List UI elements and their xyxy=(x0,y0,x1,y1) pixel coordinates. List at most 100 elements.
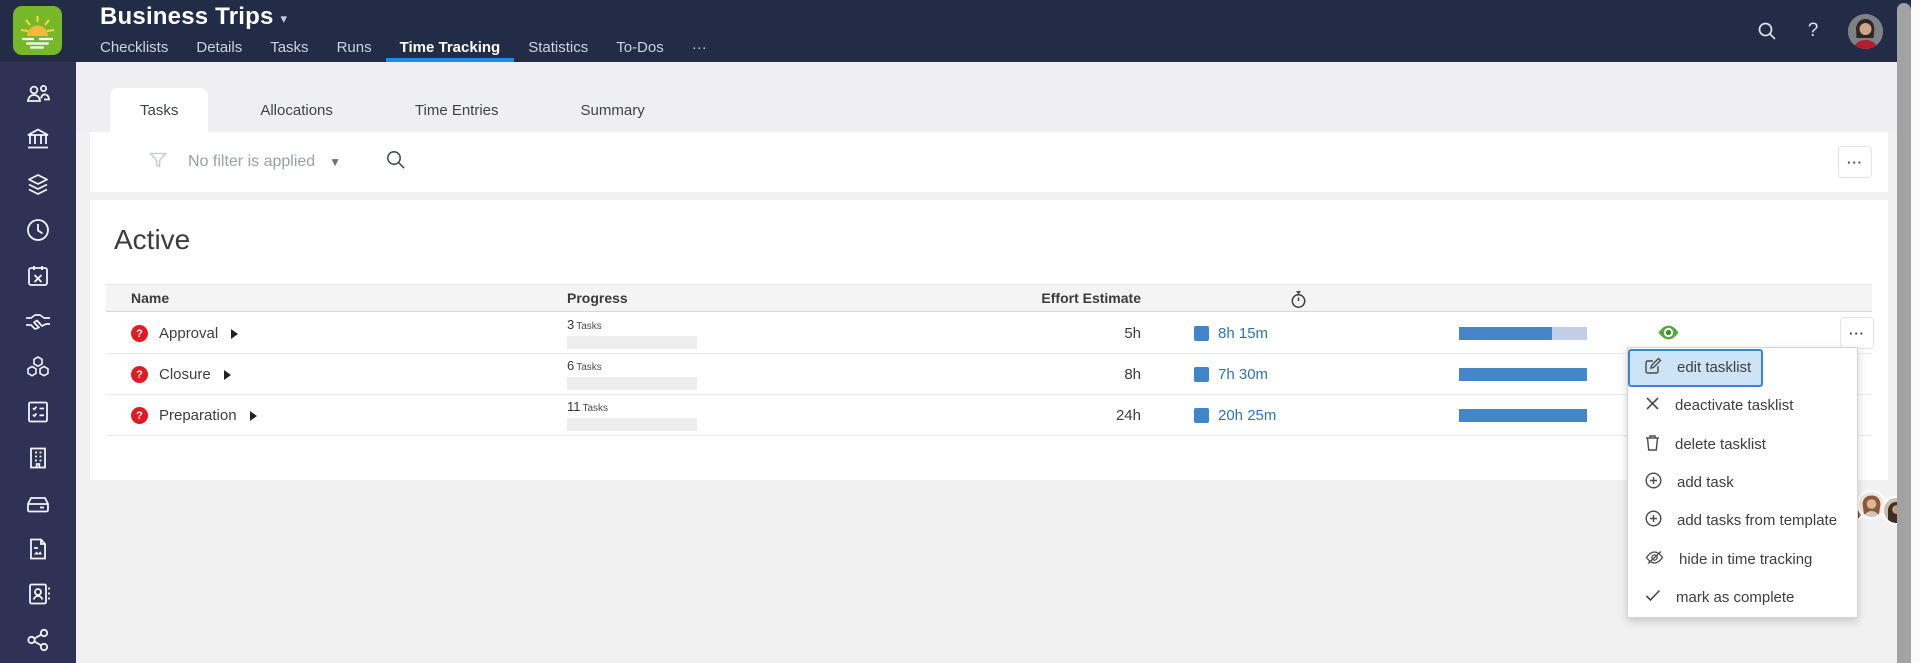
people-group-icon[interactable] xyxy=(24,80,52,108)
section-title: Active xyxy=(114,224,191,255)
user-avatar[interactable] xyxy=(1848,13,1883,49)
tab-time-tracking[interactable]: Time Tracking xyxy=(385,32,515,62)
table-row[interactable]: ? Approval 3 Tasks 5h 8h 15m ··· xyxy=(106,313,1874,354)
tasklist-name[interactable]: Closure xyxy=(159,366,211,383)
menu-item-mark-as-complete[interactable]: mark as complete xyxy=(1628,579,1857,617)
tab-overflow-ellipsis[interactable]: ··· xyxy=(678,32,721,62)
tracked-time-cell[interactable]: 8h 15m xyxy=(1194,313,1268,354)
subtab-time-entries[interactable]: Time Entries xyxy=(385,88,529,132)
tasklist-name[interactable]: Approval xyxy=(159,325,218,342)
sidebar xyxy=(0,62,76,663)
expand-arrow-icon[interactable] xyxy=(231,328,239,339)
tasks-word: Tasks xyxy=(576,362,602,373)
effort-estimate-value: 5h xyxy=(1124,325,1141,342)
time-progress-bar xyxy=(1459,368,1587,381)
handshake-icon[interactable] xyxy=(24,307,52,335)
tab-checklists[interactable]: Checklists xyxy=(86,32,182,62)
help-icon[interactable]: ? xyxy=(1802,20,1824,42)
tracked-time-cell[interactable]: 20h 25m xyxy=(1194,395,1276,436)
red-question-badge: ? xyxy=(131,366,148,383)
progress-bar-empty xyxy=(567,377,697,390)
drive-tray-icon[interactable] xyxy=(24,489,52,517)
tracked-time-value[interactable]: 7h 30m xyxy=(1218,366,1268,383)
tab-tasks[interactable]: Tasks xyxy=(256,32,322,62)
expand-arrow-icon[interactable] xyxy=(223,369,231,380)
layers-icon[interactable] xyxy=(24,171,52,199)
tab-details[interactable]: Details xyxy=(182,32,256,62)
plus-circle-icon xyxy=(1645,510,1662,531)
menu-item-edit-tasklist[interactable]: edit tasklist xyxy=(1628,348,1857,388)
column-progress: Progress xyxy=(567,290,628,306)
eye-slash-icon xyxy=(1645,550,1664,569)
project-title-row[interactable]: Business Trips ▾ xyxy=(100,3,287,31)
building-icon[interactable] xyxy=(24,444,52,472)
document-image-icon[interactable] xyxy=(24,535,52,563)
filter-status-label[interactable]: No filter is applied xyxy=(188,153,315,171)
bank-icon[interactable] xyxy=(24,125,52,153)
timer-square-icon[interactable] xyxy=(1194,326,1209,341)
time-progress-bar xyxy=(1459,327,1587,340)
timer-square-icon[interactable] xyxy=(1194,367,1209,382)
panel-divider xyxy=(90,192,1888,200)
filter-more-button[interactable]: ··· xyxy=(1838,146,1872,178)
filter-bar: No filter is applied ▼ ··· xyxy=(90,132,1888,192)
share-network-icon[interactable] xyxy=(24,626,52,654)
effort-estimate-value: 8h xyxy=(1124,366,1141,383)
stopwatch-icon xyxy=(1290,290,1307,312)
table-row[interactable]: ? Preparation 11 Tasks 24h 20h 25m xyxy=(106,395,1872,436)
edit-icon xyxy=(1645,357,1662,378)
tasklist-name[interactable]: Preparation xyxy=(159,407,237,424)
filter-funnel-icon[interactable] xyxy=(148,150,168,175)
sunrise-logo[interactable] xyxy=(13,6,62,55)
table-row[interactable]: ? Closure 6 Tasks 8h 7h 30m xyxy=(106,354,1872,395)
header-tabs: Checklists Details Tasks Runs Time Track… xyxy=(86,32,721,62)
x-icon xyxy=(1645,396,1660,415)
tasks-word: Tasks xyxy=(582,403,609,414)
subtab-tasks[interactable]: Tasks xyxy=(110,88,209,132)
menu-item-add-task[interactable]: add task xyxy=(1628,463,1857,501)
subtab-summary[interactable]: Summary xyxy=(551,88,675,132)
subtab-allocations[interactable]: Allocations xyxy=(230,88,363,132)
search-icon[interactable] xyxy=(1756,20,1778,42)
timer-square-icon[interactable] xyxy=(1194,408,1209,423)
tracked-time-cell[interactable]: 7h 30m xyxy=(1194,354,1268,395)
menu-item-label: add tasks from template xyxy=(1677,512,1838,530)
subtab-strip: Tasks Allocations Time Entries Summary xyxy=(76,62,1920,132)
tab-runs[interactable]: Runs xyxy=(323,32,386,62)
column-effort-estimate: Effort Estimate xyxy=(1041,290,1141,306)
chevron-down-icon: ▾ xyxy=(280,11,288,26)
progress-cell: 6 Tasks xyxy=(567,358,697,390)
tasks-count: 11 xyxy=(567,399,581,414)
progress-cell: 11 Tasks xyxy=(567,399,697,431)
checklist-board-icon[interactable] xyxy=(24,398,52,426)
tab-to-dos[interactable]: To-Dos xyxy=(602,32,678,62)
menu-item-deactivate-tasklist[interactable]: deactivate tasklist xyxy=(1628,386,1857,424)
tracked-time-value[interactable]: 20h 25m xyxy=(1218,407,1276,424)
menu-item-delete-tasklist[interactable]: delete tasklist xyxy=(1628,425,1857,463)
tasklist-context-menu: edit tasklist deactivate tasklist delete… xyxy=(1627,347,1858,618)
search-icon[interactable] xyxy=(385,149,406,175)
clock-icon[interactable] xyxy=(24,216,52,244)
page-title: Business Trips xyxy=(100,3,274,30)
tasklist-table: ? Approval 3 Tasks 5h 8h 15m ··· ? Closu… xyxy=(106,313,1874,436)
menu-item-label: edit tasklist xyxy=(1677,358,1752,376)
menu-item-label: deactivate tasklist xyxy=(1675,397,1794,415)
contact-card-icon[interactable] xyxy=(24,580,52,608)
calendar-x-icon[interactable] xyxy=(24,262,52,290)
eye-visible-icon[interactable] xyxy=(1658,325,1679,345)
tracked-time-value[interactable]: 8h 15m xyxy=(1218,325,1268,342)
column-name: Name xyxy=(131,290,170,306)
scrollbar-gutter xyxy=(1911,0,1920,663)
vertical-scrollbar[interactable] xyxy=(1897,3,1911,663)
trash-icon xyxy=(1645,434,1660,455)
menu-item-hide-in-time-tracking[interactable]: hide in time tracking xyxy=(1628,540,1857,578)
menu-item-add-tasks-from-template[interactable]: add tasks from template xyxy=(1628,502,1857,540)
tasks-count: 6 xyxy=(567,358,575,373)
tab-statistics[interactable]: Statistics xyxy=(514,32,602,62)
red-question-badge: ? xyxy=(131,407,148,424)
expand-arrow-icon[interactable] xyxy=(249,410,257,421)
cubes-icon[interactable] xyxy=(24,353,52,381)
filter-caret-icon[interactable]: ▼ xyxy=(329,155,341,169)
menu-item-label: mark as complete xyxy=(1676,589,1795,607)
row-more-button[interactable]: ··· xyxy=(1840,317,1874,349)
